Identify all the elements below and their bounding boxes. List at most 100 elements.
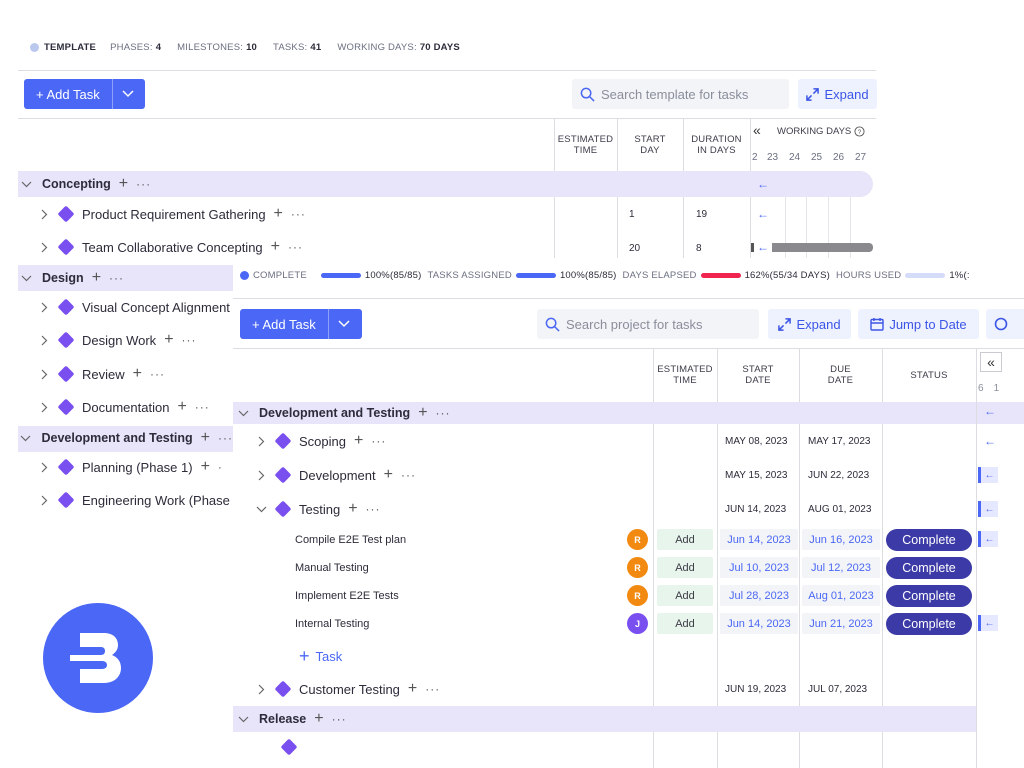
chevron-down-icon[interactable] xyxy=(20,435,31,442)
gantt-bar[interactable] xyxy=(772,243,873,252)
help-icon[interactable]: ? xyxy=(854,126,865,137)
milestone-row-planning[interactable]: Planning (Phase 1) + · xyxy=(38,459,233,475)
col-start-day[interactable]: START DAY xyxy=(617,134,683,156)
due-date-value[interactable]: Aug 01, 2023 xyxy=(802,585,880,606)
add-icon[interactable]: + xyxy=(119,176,128,192)
gantt-bar[interactable]: ← xyxy=(978,467,998,483)
project-search[interactable] xyxy=(537,309,759,339)
start-day-value[interactable]: 1 xyxy=(629,209,635,220)
collapse-gantt-icon[interactable]: « xyxy=(753,122,761,138)
avatar[interactable]: J xyxy=(627,613,648,634)
status-badge[interactable]: Complete xyxy=(886,585,972,607)
more-icon[interactable]: ··· xyxy=(109,271,124,285)
more-icon[interactable]: ··· xyxy=(182,333,197,347)
add-icon[interactable]: + xyxy=(354,433,363,449)
arrow-left-icon[interactable]: ← xyxy=(757,207,769,221)
avatar[interactable]: R xyxy=(627,557,648,578)
template-search[interactable] xyxy=(572,79,789,109)
add-icon[interactable]: + xyxy=(201,459,210,475)
add-icon[interactable]: + xyxy=(271,239,280,255)
task-name[interactable]: Compile E2E Test plan xyxy=(295,534,406,546)
add-icon[interactable]: + xyxy=(348,501,357,517)
phase-row-concepting[interactable]: Concepting + ··· xyxy=(20,176,151,192)
project-search-input[interactable] xyxy=(566,316,736,332)
arrow-left-icon[interactable]: ← xyxy=(757,177,769,191)
phase-row-design[interactable]: Design + ··· xyxy=(20,270,124,286)
more-icon[interactable]: ··· xyxy=(136,177,151,191)
add-icon[interactable]: + xyxy=(133,366,142,382)
avatar[interactable]: R xyxy=(627,529,648,550)
arrow-left-icon[interactable]: ← xyxy=(984,404,996,418)
start-date-value[interactable]: MAY 15, 2023 xyxy=(725,470,787,481)
start-date-value[interactable]: JUN 14, 2023 xyxy=(725,504,786,515)
col-duration[interactable]: DURATION IN DAYS xyxy=(683,134,750,156)
status-badge[interactable]: Complete xyxy=(886,613,972,635)
col-estimated-time[interactable]: ESTIMATED TIME xyxy=(554,134,617,156)
more-icon[interactable]: · xyxy=(218,460,223,474)
chevron-right-icon[interactable] xyxy=(255,436,267,447)
start-date-value[interactable]: Jul 28, 2023 xyxy=(720,585,798,606)
arrow-left-icon[interactable]: ← xyxy=(984,434,996,448)
more-icon[interactable]: ··· xyxy=(291,207,306,221)
duration-value[interactable]: 19 xyxy=(696,209,707,220)
project-add-task-button[interactable]: + Add Task xyxy=(240,309,362,339)
chevron-down-icon[interactable] xyxy=(255,506,267,513)
chevron-right-icon[interactable] xyxy=(38,402,50,413)
settings-button[interactable] xyxy=(986,309,1024,339)
estimated-time-add[interactable]: Add xyxy=(657,585,713,606)
due-date-value[interactable]: Jul 12, 2023 xyxy=(802,557,880,578)
duration-value[interactable]: 8 xyxy=(696,243,702,254)
more-icon[interactable]: ··· xyxy=(436,406,451,420)
estimated-time-add[interactable]: Add xyxy=(657,529,713,550)
chevron-down-icon[interactable] xyxy=(237,716,249,723)
chevron-right-icon[interactable] xyxy=(38,462,50,473)
add-task-inline-button[interactable]: + Task xyxy=(299,647,342,665)
task-name[interactable]: Manual Testing xyxy=(295,562,369,574)
gantt-bar[interactable]: ← xyxy=(978,501,998,517)
col-status[interactable]: STATUS xyxy=(882,370,976,381)
add-icon[interactable]: + xyxy=(201,430,210,446)
jump-to-date-button[interactable]: Jump to Date xyxy=(858,309,979,339)
phase-row-release[interactable]: Release + ··· xyxy=(237,710,347,728)
milestone-row-testing[interactable]: Testing + ··· xyxy=(255,500,381,518)
col-due-date[interactable]: DUE DATE xyxy=(799,364,882,386)
due-date-value[interactable]: MAY 17, 2023 xyxy=(808,436,870,447)
start-date-value[interactable]: MAY 08, 2023 xyxy=(725,436,787,447)
start-day-value[interactable]: 20 xyxy=(629,243,640,254)
template-search-input[interactable] xyxy=(601,86,771,102)
add-icon[interactable]: + xyxy=(92,270,101,286)
add-icon[interactable]: + xyxy=(164,332,173,348)
start-date-value[interactable]: Jun 14, 2023 xyxy=(720,613,798,634)
arrow-left-icon[interactable]: ← xyxy=(757,240,769,254)
chevron-right-icon[interactable] xyxy=(38,369,50,380)
start-date-value[interactable]: Jul 10, 2023 xyxy=(720,557,798,578)
gantt-bar[interactable]: ← xyxy=(978,615,998,631)
estimated-time-add[interactable]: Add xyxy=(657,613,713,634)
chevron-down-icon[interactable] xyxy=(237,410,249,417)
col-start-date[interactable]: START DATE xyxy=(717,364,799,386)
milestone-row-engineering[interactable]: Engineering Work (Phase xyxy=(38,492,233,508)
milestone-row-product-requirement[interactable]: Product Requirement Gathering + ··· xyxy=(38,206,306,223)
task-name[interactable]: Implement E2E Tests xyxy=(295,590,399,602)
template-expand-button[interactable]: Expand xyxy=(798,79,877,109)
more-icon[interactable]: ··· xyxy=(150,367,165,381)
milestone-row-team-collab[interactable]: Team Collaborative Concepting + ··· xyxy=(38,239,303,256)
chevron-down-icon[interactable] xyxy=(111,79,144,109)
add-icon[interactable]: + xyxy=(274,206,283,222)
gantt-bar[interactable]: ← xyxy=(978,531,998,547)
phase-row-dev-testing[interactable]: Development and Testing + ··· xyxy=(20,430,233,446)
milestone-row-visual-concept[interactable]: Visual Concept Alignment xyxy=(38,299,233,315)
more-icon[interactable]: ··· xyxy=(366,502,381,516)
add-icon[interactable]: + xyxy=(314,711,323,727)
chevron-down-icon[interactable] xyxy=(327,309,360,339)
chevron-right-icon[interactable] xyxy=(38,335,50,346)
milestone-row-design-work[interactable]: Design Work + ··· xyxy=(38,332,197,349)
project-expand-button[interactable]: Expand xyxy=(768,309,851,339)
avatar[interactable]: R xyxy=(627,585,648,606)
estimated-time-add[interactable]: Add xyxy=(657,557,713,578)
more-icon[interactable]: ··· xyxy=(332,712,347,726)
chevron-right-icon[interactable] xyxy=(38,495,50,506)
due-date-value[interactable]: JUL 07, 2023 xyxy=(808,684,867,695)
task-name[interactable]: Internal Testing xyxy=(295,618,369,630)
chevron-right-icon[interactable] xyxy=(38,242,50,253)
